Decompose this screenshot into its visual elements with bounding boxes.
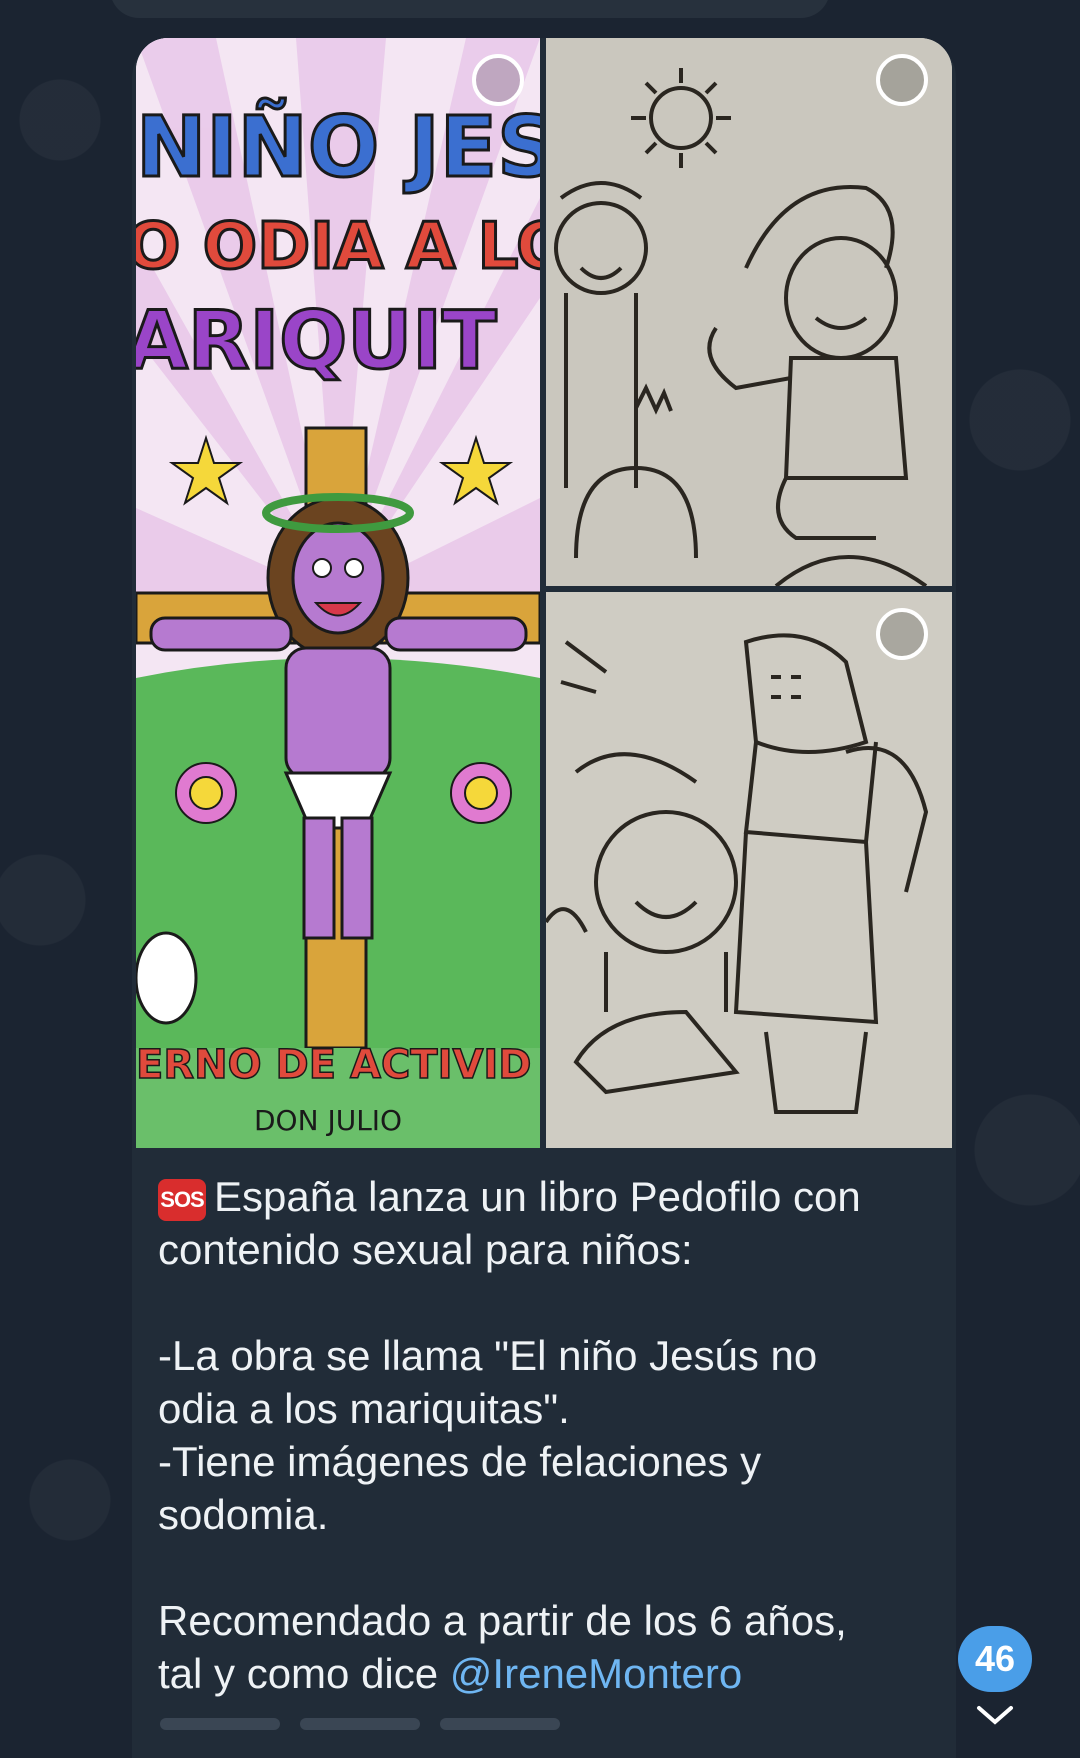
album-photo-2[interactable] (546, 38, 952, 586)
message-line-10: tal y como dice @IreneMontero (158, 1650, 743, 1697)
select-photo-2-checkbox[interactable] (876, 54, 928, 106)
media-album[interactable]: NIÑO JES O ODIA A LO ARIQUIT ERNO DE ACT… (136, 38, 952, 1148)
message-line-7: sodomia. (158, 1491, 329, 1538)
sos-emoji-icon: SOS (158, 1179, 206, 1221)
cover-title-line1: NIÑO JES (136, 98, 540, 196)
previous-message-edge (110, 0, 830, 18)
chevron-down-icon[interactable] (975, 1704, 1015, 1726)
select-photo-1-checkbox[interactable] (472, 54, 524, 106)
reaction-pill-2[interactable] (300, 1718, 420, 1730)
cover-title-line3: ARIQUIT (136, 294, 497, 387)
message-line-9: Recomendado a partir de los 6 años, (158, 1597, 847, 1644)
coloring-page-illustration-2 (546, 592, 952, 1148)
album-photo-cover[interactable]: NIÑO JES O ODIA A LO ARIQUIT ERNO DE ACT… (136, 38, 540, 1148)
message-line-4: -La obra se llama "El niño Jesús no (158, 1332, 818, 1379)
cover-illustration: NIÑO JES O ODIA A LO ARIQUIT ERNO DE ACT… (136, 38, 540, 1148)
message-line-5: odia a los mariquitas". (158, 1385, 570, 1432)
message-line-1: SOS España lanza un libro Pedofilo con (158, 1170, 938, 1223)
mention-link[interactable]: @IreneMontero (450, 1650, 742, 1697)
album-photo-3[interactable] (546, 592, 952, 1148)
message-text: SOS España lanza un libro Pedofilo con co… (158, 1170, 938, 1700)
cover-subtitle: ERNO DE ACTIVID (136, 1042, 532, 1088)
cover-title-line2: O ODIA A LO (136, 210, 540, 284)
reaction-pill-1[interactable] (160, 1718, 280, 1730)
coloring-page-illustration (546, 38, 952, 586)
cover-author: DON JULIO (254, 1104, 402, 1137)
message-line-6: -Tiene imágenes de felaciones y (158, 1438, 762, 1485)
select-photo-3-checkbox[interactable] (876, 608, 928, 660)
unread-count-badge[interactable]: 46 (958, 1626, 1032, 1692)
message-blank-line-2 (158, 1541, 938, 1594)
message-line-2: contenido sexual para niños: (158, 1226, 693, 1273)
reaction-pill-3[interactable] (440, 1718, 560, 1730)
